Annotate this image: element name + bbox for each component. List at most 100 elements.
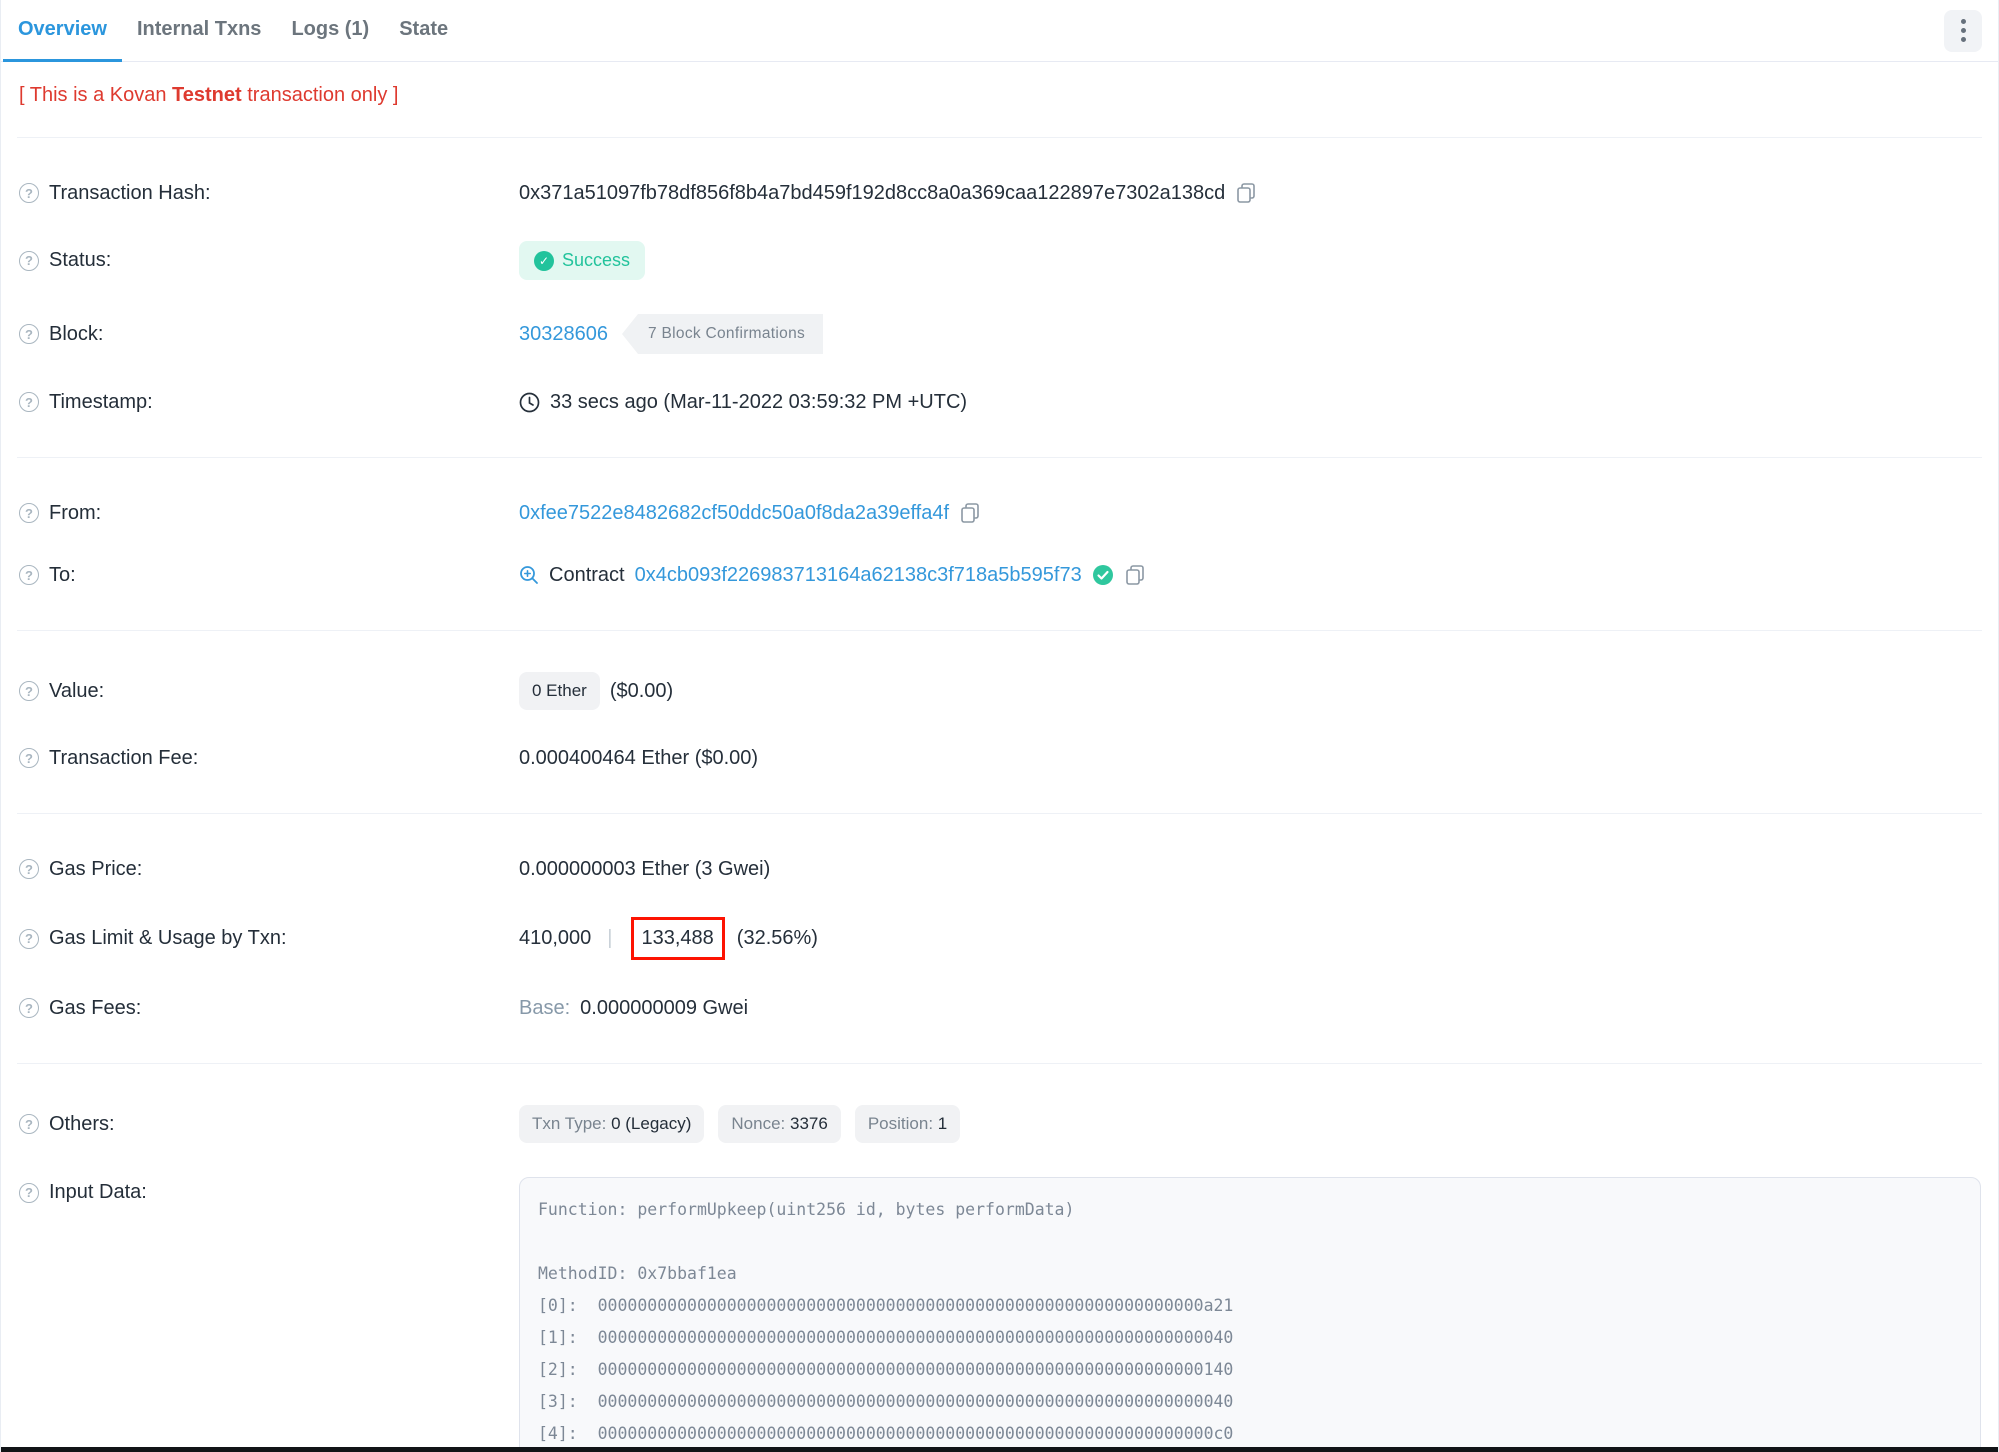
help-icon: ? — [19, 183, 39, 203]
copy-icon — [1237, 182, 1256, 203]
row-label: Value: — [49, 679, 105, 702]
copy-txhash-button[interactable] — [1235, 182, 1258, 204]
row-label: Gas Limit & Usage by Txn: — [49, 927, 287, 949]
row-gas-price: ? Gas Price: 0.000000003 Ether (3 Gwei) — [1, 838, 1998, 900]
position-badge: Position: 1 — [854, 1105, 961, 1143]
help-icon: ? — [19, 565, 39, 585]
tab-logs[interactable]: Logs (1) — [276, 0, 384, 62]
help-icon: ? — [19, 1182, 39, 1203]
row-to: ? To: Contract 0x4cb093f226983713164a621… — [1, 544, 1998, 606]
clock-icon — [519, 392, 540, 412]
badge-name: Txn Type: — [532, 1114, 607, 1133]
row-label: Transaction Hash: — [49, 181, 211, 204]
block-number-link[interactable]: 30328606 — [519, 323, 608, 346]
badge-name: Position: — [867, 1114, 934, 1133]
gas-fees-base-label: Base: — [519, 996, 571, 1019]
help-icon: ? — [19, 748, 39, 768]
gas-price-value: 0.000000003 Ether (3 Gwei) — [519, 857, 771, 880]
transaction-fee-value: 0.000400464 Ether ($0.00) — [519, 746, 759, 769]
help-icon: ? — [19, 928, 39, 949]
tab-bar: Overview Internal Txns Logs (1) State — [1, 0, 1998, 62]
gas-used-percent: (32.56%) — [736, 927, 818, 949]
help-icon: ? — [19, 503, 39, 523]
from-address-link[interactable]: 0xfee7522e8482682cf50ddc50a0f8da2a39effa… — [519, 502, 949, 525]
row-value: ? Value: 0 Ether ($0.00) — [1, 655, 1998, 727]
row-transaction-fee: ? Transaction Fee: 0.000400464 Ether ($0… — [1, 727, 1998, 789]
testnet-notice: [ This is a Kovan Testnet transaction on… — [1, 62, 1998, 137]
label-value: ? Value: — [19, 680, 519, 703]
success-check-icon: ✓ — [534, 250, 554, 271]
transaction-detail-page: Overview Internal Txns Logs (1) State [ … — [0, 0, 1999, 1452]
transaction-hash-value: 0x371a51097fb78df856f8b4a7bd459f192d8cc8… — [519, 181, 1226, 204]
more-options-button[interactable] — [1944, 9, 1982, 52]
section-overview-top: ? Transaction Hash: 0x371a51097fb78df856… — [1, 138, 1998, 457]
row-others: ? Others: Txn Type: 0 (Legacy) Nonce: 33… — [1, 1088, 1998, 1160]
label-gas-fees: ? Gas Fees: — [19, 997, 519, 1020]
row-from: ? From: 0xfee7522e8482682cf50ddc50a0f8da… — [1, 482, 1998, 544]
status-text: Success — [562, 250, 631, 270]
section-gas: ? Gas Price: 0.000000003 Ether (3 Gwei) … — [1, 814, 1998, 1063]
row-label: Others: — [49, 1112, 115, 1135]
label-from: ? From: — [19, 502, 519, 525]
gas-fees-base-value: 0.000000009 Gwei — [580, 996, 749, 1019]
to-address-link[interactable]: 0x4cb093f226983713164a62138c3f718a5b595f… — [635, 564, 1082, 587]
badge-value: 0 (Legacy) — [611, 1114, 692, 1133]
row-label: Timestamp: — [49, 390, 153, 413]
label-timestamp: ? Timestamp: — [19, 391, 519, 414]
help-icon: ? — [19, 998, 39, 1018]
txn-type-badge: Txn Type: 0 (Legacy) — [519, 1105, 705, 1143]
help-icon: ? — [19, 681, 39, 701]
label-to: ? To: — [19, 564, 519, 587]
label-transaction-hash: ? Transaction Hash: — [19, 182, 519, 205]
status-badge: ✓ Success — [519, 241, 646, 280]
verified-check-icon — [1092, 565, 1113, 585]
label-transaction-fee: ? Transaction Fee: — [19, 747, 519, 770]
bottom-edge — [1, 1447, 1998, 1452]
notice-bold: Testnet — [172, 84, 242, 106]
row-label: Status: — [49, 249, 112, 271]
tab-state[interactable]: State — [384, 0, 463, 62]
help-icon: ? — [19, 392, 39, 412]
tab-overview[interactable]: Overview — [3, 0, 122, 62]
tab-internal-txns[interactable]: Internal Txns — [122, 0, 276, 62]
row-transaction-hash: ? Transaction Hash: 0x371a51097fb78df856… — [1, 162, 1998, 224]
row-label: Gas Price: — [49, 857, 143, 880]
to-kind: Contract — [549, 563, 625, 586]
zoom-in-icon[interactable] — [519, 565, 539, 585]
help-icon: ? — [19, 859, 39, 879]
row-label: From: — [49, 501, 102, 524]
value-ether-badge: 0 Ether — [519, 672, 600, 710]
nonce-badge: Nonce: 3376 — [718, 1105, 841, 1143]
help-icon: ? — [19, 324, 39, 344]
gas-separator: | — [607, 927, 613, 949]
section-parties: ? From: 0xfee7522e8482682cf50ddc50a0f8da… — [1, 458, 1998, 630]
label-status: ? Status: — [19, 249, 519, 272]
timestamp-value: 33 secs ago (Mar-11-2022 03:59:32 PM +UT… — [550, 390, 968, 413]
copy-to-button[interactable] — [1124, 564, 1147, 586]
section-value: ? Value: 0 Ether ($0.00) ? Transaction F… — [1, 631, 1998, 813]
help-icon: ? — [19, 250, 39, 271]
row-label: To: — [49, 563, 76, 586]
row-block: ? Block: 30328606 7 Block Confirmations — [1, 297, 1998, 371]
kebab-icon — [1960, 19, 1966, 24]
label-gas-limit-usage: ? Gas Limit & Usage by Txn: — [19, 927, 519, 950]
row-gas-fees: ? Gas Fees: Base: 0.000000009 Gwei — [1, 977, 1998, 1039]
badge-value: 1 — [937, 1114, 948, 1133]
copy-from-button[interactable] — [959, 502, 982, 524]
value-usd: ($0.00) — [609, 679, 674, 702]
section-others: ? Others: Txn Type: 0 (Legacy) Nonce: 33… — [1, 1064, 1998, 1452]
input-data-content: Function: performUpkeep(uint256 id, byte… — [538, 1200, 1234, 1443]
row-label: Gas Fees: — [49, 996, 142, 1019]
row-label: Transaction Fee: — [49, 746, 199, 769]
notice-suffix: transaction only ] — [241, 84, 399, 106]
gas-used-value: 133,488 — [641, 927, 714, 949]
copy-icon — [1125, 564, 1144, 585]
row-gas-limit-usage: ? Gas Limit & Usage by Txn: 410,000 | 13… — [1, 900, 1998, 977]
label-input-data: ? Input Data: — [19, 1177, 519, 1204]
gas-limit-value: 410,000 — [519, 927, 592, 949]
row-status: ? Status: ✓ Success — [1, 224, 1998, 297]
input-data-textarea[interactable]: Function: performUpkeep(uint256 id, byte… — [519, 1177, 1981, 1452]
row-timestamp: ? Timestamp: 33 secs ago (Mar-11-2022 03… — [1, 371, 1998, 433]
label-block: ? Block: — [19, 323, 519, 346]
help-icon: ? — [19, 1114, 39, 1134]
